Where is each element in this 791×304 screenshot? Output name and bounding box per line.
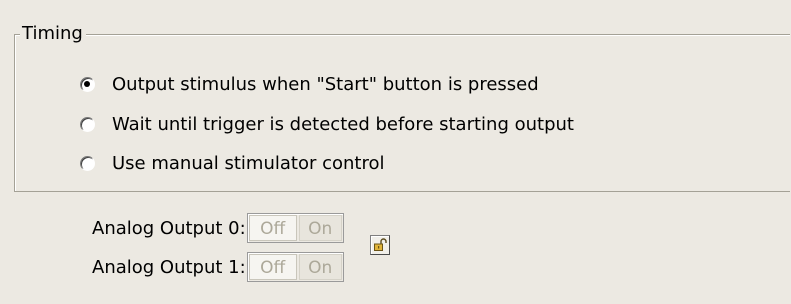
- radio-button[interactable]: [80, 116, 95, 132]
- radio-label-output-on-start: Output stimulus when "Start" button is p…: [112, 73, 539, 95]
- timing-group-title: Timing: [20, 22, 86, 46]
- radio-button-selected[interactable]: [80, 76, 95, 92]
- analog-output-0-label: Analog Output 0:: [92, 217, 246, 239]
- radio-label-wait-for-trigger: Wait until trigger is detected before st…: [112, 113, 574, 135]
- analog-output-0-on-button[interactable]: On: [298, 215, 342, 241]
- analog-output-1-row: Analog Output 1: Off On: [92, 252, 344, 282]
- analog-output-1-toggle: Off On: [246, 252, 344, 282]
- analog-output-0-off-button[interactable]: Off: [248, 215, 297, 241]
- analog-output-0-row: Analog Output 0: Off On: [92, 213, 344, 243]
- radio-manual-control[interactable]: Use manual stimulator control: [80, 150, 384, 176]
- analog-output-1-label: Analog Output 1:: [92, 256, 246, 278]
- analog-output-1-on-button[interactable]: On: [298, 254, 342, 280]
- radio-button[interactable]: [80, 155, 95, 171]
- radio-output-on-start[interactable]: Output stimulus when "Start" button is p…: [80, 71, 539, 97]
- analog-output-1-off-button[interactable]: Off: [248, 254, 297, 280]
- radio-wait-for-trigger[interactable]: Wait until trigger is detected before st…: [80, 111, 574, 137]
- analog-output-0-toggle: Off On: [246, 213, 344, 243]
- lock-toggle-button[interactable]: [370, 235, 390, 255]
- radio-label-manual-control: Use manual stimulator control: [112, 152, 385, 174]
